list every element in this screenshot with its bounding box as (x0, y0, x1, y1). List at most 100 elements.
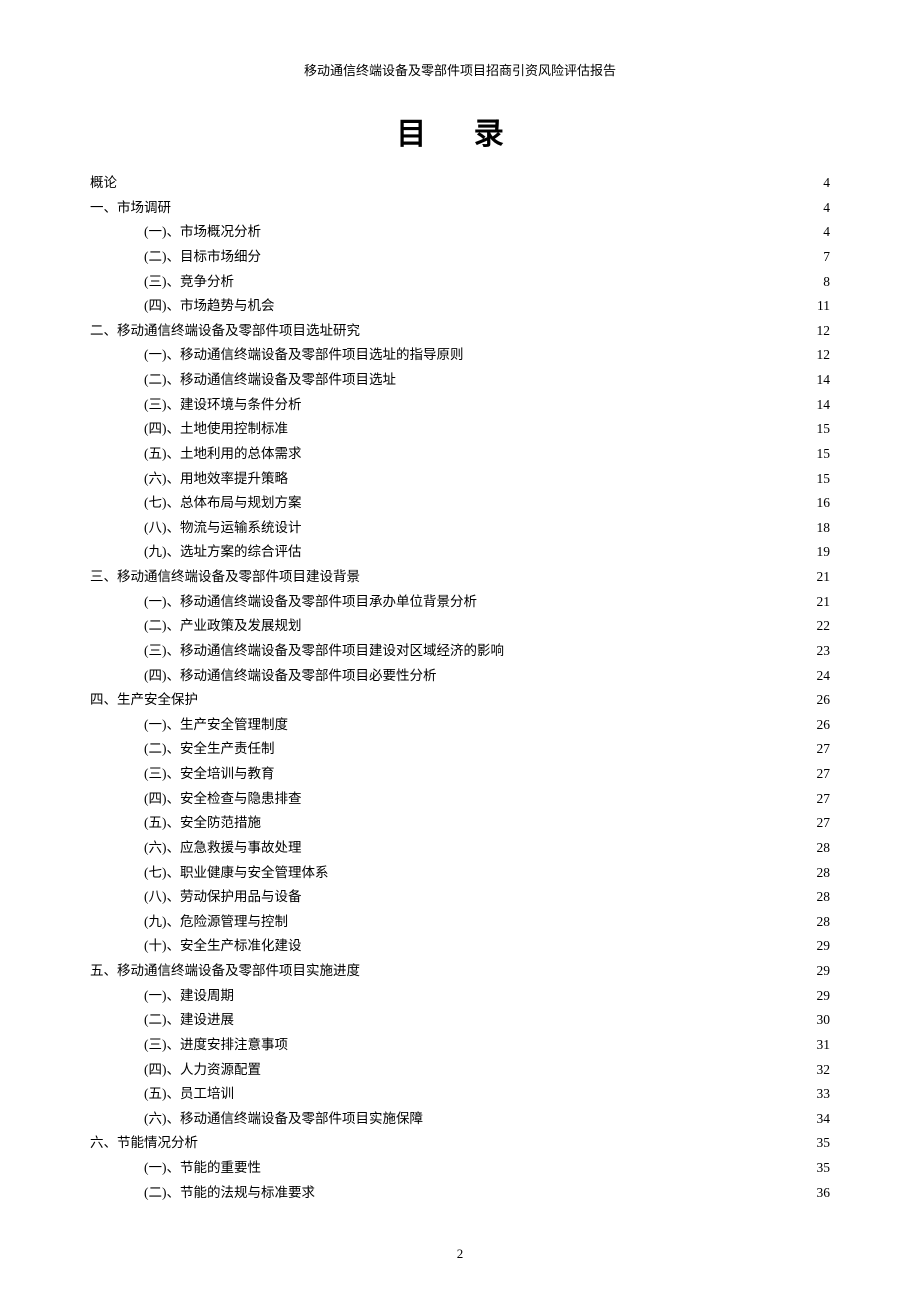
toc-entry-page: 12 (817, 319, 831, 343)
toc-entry-label: (二)、安全生产责任制 (144, 737, 275, 761)
toc-entry-label: 五、移动通信终端设备及零部件项目实施进度 (90, 959, 360, 983)
toc-entry: (三)、进度安排注意事项31 (90, 1033, 830, 1057)
toc-entry-label: (一)、移动通信终端设备及零部件项目承办单位背景分析 (144, 590, 477, 614)
toc-entry-page: 15 (817, 467, 831, 491)
toc-entry-page: 28 (817, 836, 831, 860)
toc-entry-page: 4 (823, 220, 830, 244)
toc-entry-label: (一)、节能的重要性 (144, 1156, 261, 1180)
toc-entry-page: 19 (817, 540, 831, 564)
toc-entry-label: (二)、移动通信终端设备及零部件项目选址 (144, 368, 396, 392)
toc-entry: (二)、目标市场细分7 (90, 245, 830, 269)
toc-entry: 一、市场调研 4 (90, 196, 830, 220)
toc-entry-page: 27 (817, 811, 831, 835)
toc-entry-page: 29 (817, 984, 831, 1008)
toc-entry-page: 27 (817, 787, 831, 811)
toc-entry-page: 21 (817, 565, 831, 589)
toc-entry-label: (二)、节能的法规与标准要求 (144, 1181, 315, 1205)
toc-entry: (一)、节能的重要性 35 (90, 1156, 830, 1180)
toc-entry-page: 33 (817, 1082, 831, 1106)
toc-entry-page: 18 (817, 516, 831, 540)
toc-entry: (七)、职业健康与安全管理体系28 (90, 861, 830, 885)
toc-entry: 概论4 (90, 171, 830, 195)
toc-entry: 六、节能情况分析35 (90, 1131, 830, 1155)
toc-entry: (三)、建设环境与条件分析14 (90, 393, 830, 417)
toc-entry-page: 15 (817, 417, 831, 441)
toc-entry-page: 21 (817, 590, 831, 614)
toc-title: 目 录 (90, 109, 830, 153)
toc-entry-label: (九)、危险源管理与控制 (144, 910, 288, 934)
toc-entry: (四)、移动通信终端设备及零部件项目必要性分析24 (90, 664, 830, 688)
table-of-contents: 概论4一、市场调研 4(一)、市场概况分析4(二)、目标市场细分7(三)、竞争分析… (90, 171, 830, 1204)
toc-entry: (六)、应急救援与事故处理 28 (90, 836, 830, 860)
toc-entry: (三)、竞争分析 8 (90, 270, 830, 294)
toc-entry-label: (一)、生产安全管理制度 (144, 713, 288, 737)
toc-entry-page: 14 (817, 368, 831, 392)
toc-entry-page: 32 (817, 1058, 831, 1082)
toc-entry: (七)、总体布局与规划方案 16 (90, 491, 830, 515)
toc-entry: (一)、市场概况分析4 (90, 220, 830, 244)
toc-entry-page: 8 (823, 270, 830, 294)
page-number: 2 (0, 1246, 920, 1262)
toc-entry-label: (五)、土地利用的总体需求 (144, 442, 302, 466)
toc-entry-label: (四)、土地使用控制标准 (144, 417, 288, 441)
toc-entry: (六)、用地效率提升策略15 (90, 467, 830, 491)
toc-entry: 三、移动通信终端设备及零部件项目建设背景21 (90, 565, 830, 589)
toc-entry: (二)、安全生产责任制 27 (90, 737, 830, 761)
toc-entry-label: (三)、竞争分析 (144, 270, 234, 294)
toc-entry: (六)、移动通信终端设备及零部件项目实施保障 34 (90, 1107, 830, 1131)
toc-entry-label: (一)、建设周期 (144, 984, 234, 1008)
toc-entry: (一)、生产安全管理制度 26 (90, 713, 830, 737)
document-header: 移动通信终端设备及零部件项目招商引资风险评估报告 (90, 60, 830, 79)
toc-entry-label: (三)、进度安排注意事项 (144, 1033, 288, 1057)
toc-entry-page: 4 (823, 196, 830, 220)
toc-entry-page: 35 (817, 1131, 831, 1155)
toc-entry-label: 一、市场调研 (90, 196, 171, 220)
toc-entry: (二)、移动通信终端设备及零部件项目选址 14 (90, 368, 830, 392)
toc-entry-page: 35 (817, 1156, 831, 1180)
toc-entry: (二)、节能的法规与标准要求36 (90, 1181, 830, 1205)
toc-entry-page: 29 (817, 959, 831, 983)
toc-entry-label: (四)、人力资源配置 (144, 1058, 261, 1082)
toc-entry-label: (三)、建设环境与条件分析 (144, 393, 302, 417)
toc-entry: 五、移动通信终端设备及零部件项目实施进度 29 (90, 959, 830, 983)
toc-entry-page: 29 (817, 934, 831, 958)
toc-entry-page: 27 (817, 762, 831, 786)
toc-entry-page: 34 (817, 1107, 831, 1131)
document-page: 移动通信终端设备及零部件项目招商引资风险评估报告 目 录 概论4一、市场调研4(… (0, 0, 920, 1245)
toc-entry-page: 28 (817, 910, 831, 934)
toc-entry-page: 22 (817, 614, 831, 638)
toc-entry: (九)、危险源管理与控制 28 (90, 910, 830, 934)
toc-entry-page: 7 (823, 245, 830, 269)
toc-entry-label: (三)、安全培训与教育 (144, 762, 275, 786)
toc-entry: (三)、安全培训与教育 27 (90, 762, 830, 786)
toc-entry: (一)、移动通信终端设备及零部件项目选址的指导原则12 (90, 343, 830, 367)
toc-entry-label: 二、移动通信终端设备及零部件项目选址研究 (90, 319, 360, 343)
toc-entry-label: (四)、安全检查与隐患排查 (144, 787, 302, 811)
toc-entry-label: (三)、移动通信终端设备及零部件项目建设对区域经济的影响 (144, 639, 504, 663)
toc-entry-label: (六)、移动通信终端设备及零部件项目实施保障 (144, 1107, 423, 1131)
toc-entry-page: 16 (817, 491, 831, 515)
toc-entry: (二)、建设进展30 (90, 1008, 830, 1032)
toc-entry: (五)、员工培训33 (90, 1082, 830, 1106)
toc-entry-page: 11 (817, 294, 830, 318)
toc-entry-page: 27 (817, 737, 831, 761)
toc-entry: (八)、物流与运输系统设计18 (90, 516, 830, 540)
toc-entry: (四)、人力资源配置 32 (90, 1058, 830, 1082)
toc-entry: 二、移动通信终端设备及零部件项目选址研究 12 (90, 319, 830, 343)
toc-entry-label: (四)、移动通信终端设备及零部件项目必要性分析 (144, 664, 437, 688)
toc-entry-label: (七)、总体布局与规划方案 (144, 491, 302, 515)
toc-entry: (十)、安全生产标准化建设29 (90, 934, 830, 958)
toc-entry-page: 12 (817, 343, 831, 367)
toc-entry-label: (九)、选址方案的综合评估 (144, 540, 302, 564)
toc-entry-label: (八)、劳动保护用品与设备 (144, 885, 302, 909)
toc-entry-label: (六)、应急救援与事故处理 (144, 836, 302, 860)
toc-entry: (四)、土地使用控制标准 15 (90, 417, 830, 441)
toc-entry: (一)、移动通信终端设备及零部件项目承办单位背景分析 21 (90, 590, 830, 614)
toc-entry: (三)、移动通信终端设备及零部件项目建设对区域经济的影响23 (90, 639, 830, 663)
toc-entry: (一)、建设周期 29 (90, 984, 830, 1008)
toc-entry-label: 四、生产安全保护 (90, 688, 198, 712)
toc-entry-page: 26 (817, 713, 831, 737)
toc-entry: (四)、安全检查与隐患排查 27 (90, 787, 830, 811)
toc-entry: (五)、安全防范措施27 (90, 811, 830, 835)
toc-entry-label: (二)、建设进展 (144, 1008, 234, 1032)
